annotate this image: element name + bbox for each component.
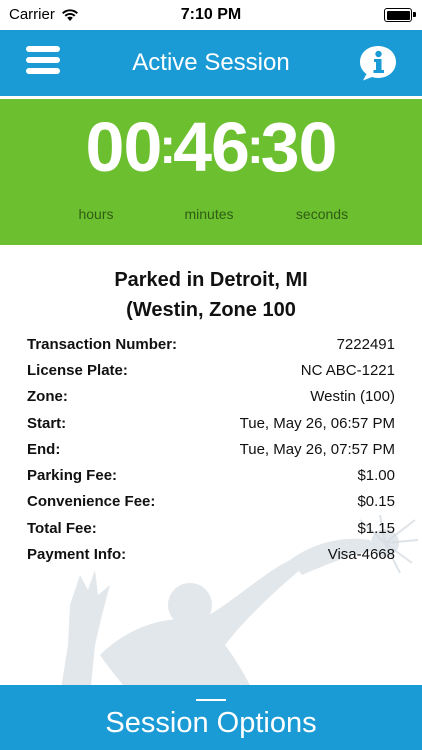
info-value: Tue, May 26, 06:57 PM — [239, 414, 395, 432]
session-options-label: Session Options — [105, 707, 317, 739]
timer-seconds: 30 — [260, 108, 338, 186]
session-details: Parked in Detroit, MI (Westin, Zone 100 … — [0, 245, 422, 685]
timer-hours: 00 — [85, 108, 163, 186]
info-row-convenience-fee: Convenience Fee: $0.15 — [27, 489, 395, 515]
info-row-start: Start: Tue, May 26, 06:57 PM — [27, 410, 395, 436]
timer-minutes: 46 — [173, 108, 250, 186]
info-label: Transaction Number: — [27, 335, 178, 353]
battery-icon — [384, 8, 416, 22]
info-icon[interactable] — [358, 44, 398, 82]
info-label: Payment Info: — [27, 546, 127, 564]
info-row-zone: Zone: Westin (100) — [27, 384, 395, 410]
info-label: Zone: — [27, 388, 68, 406]
info-value: NC ABC-1221 — [300, 361, 395, 379]
info-row-payment-info: Payment Info: Visa-4668 — [27, 541, 395, 567]
parking-location-title: Parked in Detroit, MI (Westin, Zone 100 — [0, 265, 422, 325]
info-label: Parking Fee: — [27, 467, 118, 485]
seconds-label: seconds — [295, 206, 349, 222]
info-label: License Plate: — [27, 361, 128, 379]
info-value: $0.15 — [357, 493, 395, 511]
drawer-handle[interactable] — [196, 699, 226, 701]
info-value: $1.00 — [357, 467, 395, 485]
info-row-license-plate: License Plate: NC ABC-1221 — [27, 357, 395, 383]
info-value: $1.15 — [357, 519, 395, 537]
minutes-label: minutes — [184, 206, 234, 222]
info-label: Start: — [27, 414, 67, 432]
session-options-button[interactable]: Session Options — [0, 685, 422, 750]
info-row-total-fee: Total Fee: $1.15 — [27, 515, 395, 541]
info-label: End: — [27, 440, 61, 458]
hours-label: hours — [78, 206, 114, 222]
parking-location-zone: (Westin, Zone 100 — [126, 299, 296, 321]
info-label: Convenience Fee: — [27, 493, 156, 511]
timer-digits: 00:46:30 — [0, 105, 422, 188]
info-row-parking-fee: Parking Fee: $1.00 — [27, 462, 395, 488]
info-value: 7222491 — [336, 335, 395, 353]
status-bar: Carrier 7:10 PM — [0, 0, 422, 30]
info-label: Total Fee: — [27, 519, 97, 537]
session-info-list: Transaction Number: 7222491 License Plat… — [27, 331, 395, 568]
info-row-end: End: Tue, May 26, 07:57 PM — [27, 436, 395, 462]
info-row-transaction-number: Transaction Number: 7222491 — [27, 331, 395, 357]
info-value: Westin (100) — [310, 388, 395, 406]
nav-bar: Active Session — [0, 30, 422, 96]
session-timer: 00:46:30 hours minutes seconds — [0, 99, 422, 245]
status-time: 7:10 PM — [180, 6, 242, 23]
info-value: Tue, May 26, 07:57 PM — [239, 440, 395, 458]
info-value: Visa-4668 — [327, 546, 395, 564]
parking-location-city: Parked in Detroit, MI — [114, 269, 308, 291]
